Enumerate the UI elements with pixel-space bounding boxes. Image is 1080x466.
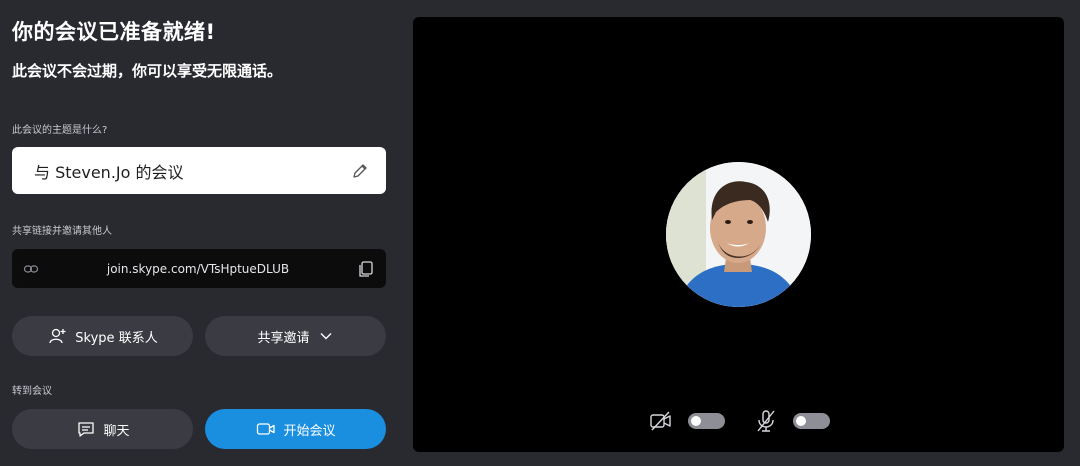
share-invite-label: 共享邀请 — [257, 330, 310, 346]
meeting-topic-value[interactable]: 与 Steven.Jo 的会议 — [34, 159, 350, 183]
page-subtitle: 此会议不会过期，你可以享受无限通话。 — [12, 62, 283, 80]
avatar — [666, 162, 811, 307]
skype-contacts-label: Skype 联系人 — [75, 330, 158, 346]
copy-icon[interactable] — [356, 259, 376, 279]
share-invite-button[interactable]: 共享邀请 — [205, 316, 386, 356]
meeting-link-text[interactable]: join.skype.com/VTsHptueDLUB — [40, 262, 356, 276]
start-meeting-label: 开始会议 — [283, 423, 336, 439]
link-icon — [22, 260, 40, 278]
preview-controls — [413, 408, 1064, 434]
mic-off-icon[interactable] — [753, 408, 779, 434]
chevron-down-icon — [318, 328, 334, 344]
camera-toggle[interactable] — [687, 413, 725, 429]
camera-off-icon[interactable] — [648, 408, 674, 434]
video-preview — [413, 17, 1064, 452]
pencil-icon[interactable] — [350, 161, 370, 181]
page-title: 你的会议已准备就绪! — [12, 20, 216, 44]
start-meeting-button[interactable]: 开始会议 — [205, 409, 386, 449]
mic-toggle[interactable] — [792, 413, 830, 429]
goto-label: 转到会议 — [12, 386, 52, 397]
mic-toggle-knob — [795, 416, 806, 426]
skype-contacts-button[interactable]: Skype 联系人 — [12, 316, 193, 356]
meeting-setup-panel: 你的会议已准备就绪! 此会议不会过期，你可以享受无限通话。 此会议的主题是什么?… — [12, 0, 386, 466]
chat-icon — [75, 418, 97, 440]
chat-button[interactable]: 聊天 — [12, 409, 193, 449]
share-label: 共享链接并邀请其他人 — [12, 226, 112, 237]
video-call-icon — [255, 418, 277, 440]
topic-label: 此会议的主题是什么? — [12, 125, 108, 136]
meeting-topic-field[interactable]: 与 Steven.Jo 的会议 — [12, 147, 386, 194]
chat-label: 聊天 — [103, 423, 130, 439]
camera-toggle-knob — [690, 416, 701, 426]
meeting-link-field[interactable]: join.skype.com/VTsHptueDLUB — [12, 249, 386, 288]
add-person-icon — [47, 325, 69, 347]
